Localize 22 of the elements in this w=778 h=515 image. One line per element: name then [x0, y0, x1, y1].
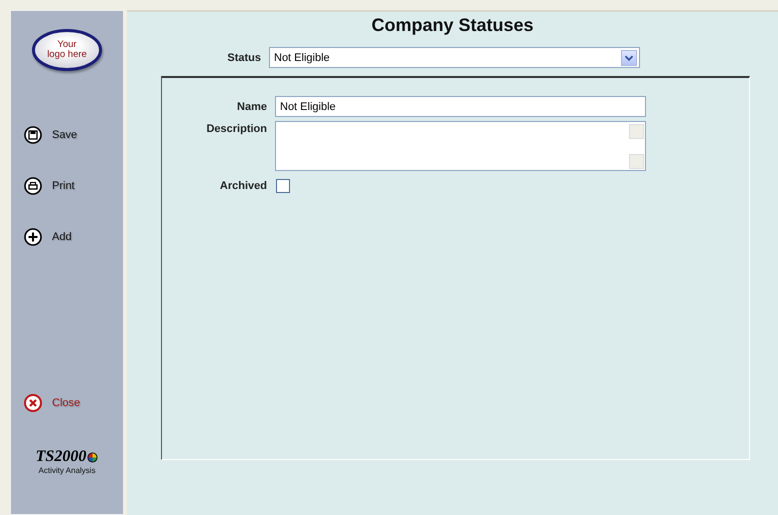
color-wheel-icon	[87, 452, 98, 462]
page-title: Company Statuses	[371, 15, 534, 36]
logo-placeholder-text: Your logo here	[47, 40, 87, 60]
add-icon	[24, 228, 42, 246]
print-icon	[24, 177, 42, 195]
add-button[interactable]: Add	[24, 228, 72, 246]
status-label: Status	[226, 52, 262, 64]
archived-label: Archived	[218, 180, 268, 192]
save-button[interactable]: Save	[24, 126, 78, 144]
brand-tagline: Activity Analysis	[38, 466, 96, 475]
logo-badge	[32, 29, 102, 71]
close-icon	[24, 394, 42, 412]
description-field[interactable]	[275, 121, 646, 171]
name-label: Name	[236, 100, 268, 112]
archived-checkbox[interactable]	[276, 179, 290, 193]
status-dropdown[interactable]: Not Eligible	[269, 47, 640, 68]
close-button[interactable]: Close	[24, 394, 80, 412]
brand-name: TS2000	[36, 448, 86, 466]
save-icon	[24, 126, 42, 144]
name-field[interactable]: Not Eligible	[275, 96, 646, 117]
description-label: Description	[205, 122, 268, 135]
print-button[interactable]: Print	[24, 177, 75, 195]
